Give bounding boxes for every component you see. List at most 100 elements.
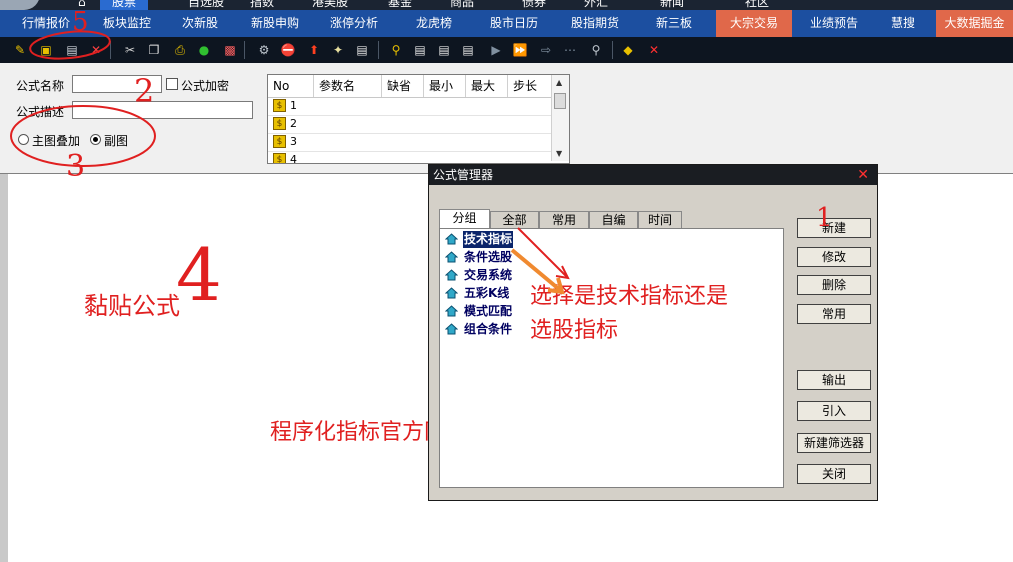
nav-item-sector-monitor[interactable]: 板块监控 [92, 10, 162, 37]
param-icon: $ [273, 117, 286, 130]
fast-forward-icon[interactable]: ⏩ [512, 42, 528, 58]
tab-time[interactable]: 时间 [638, 211, 682, 228]
top-nav-item-commodity[interactable]: 商品 [450, 0, 474, 10]
tab-custom[interactable]: 自编 [589, 211, 638, 228]
nav-item-ipo[interactable]: 新股申购 [238, 10, 312, 37]
top-nav-item-fund[interactable]: 基金 [388, 0, 412, 10]
top-nav-item-forex[interactable]: 外汇 [584, 0, 608, 10]
nav-item-new-third-board[interactable]: 新三板 [634, 10, 714, 37]
param-icon: $ [273, 99, 286, 112]
step-icon[interactable]: ⇨ [538, 42, 554, 58]
top-nav-item-bond[interactable]: 债券 [522, 0, 546, 10]
table-row[interactable]: $4 [268, 152, 551, 163]
common-button[interactable]: 常用 [797, 304, 871, 324]
formula-name-label: 公式名称 [16, 79, 65, 93]
table-row[interactable]: $3 [268, 134, 551, 152]
color-icon[interactable]: ● [196, 42, 212, 58]
nav-item-calendar[interactable]: 股市日历 [472, 10, 556, 37]
param-icon: $ [273, 135, 286, 148]
tab-all[interactable]: 全部 [490, 211, 539, 228]
nav-item-limit-up[interactable]: 涨停分析 [312, 10, 396, 37]
cut-icon[interactable]: ✂ [122, 42, 138, 58]
annotation-paste: 黏贴公式 [84, 292, 180, 320]
settings-icon[interactable]: ⚙ [256, 42, 272, 58]
param-table: No 参数名 缺省 最小 最大 步长 $1 $2 $3 $4 ▲ ▼ [267, 74, 570, 164]
export-icon[interactable]: ▩ [222, 42, 238, 58]
main-nav: 行情报价 板块监控 次新股 新股申购 涨停分析 龙虎榜 股市日历 股指期货 新三… [0, 10, 1013, 37]
page-icon[interactable]: ▤ [412, 42, 428, 58]
delete-icon[interactable]: ✕ [88, 42, 104, 58]
formula-toolbar: ✎ ▣ ▤ ✕ ✂ ❐ ⎙ ● ▩ ⚙ ⛔ ⬆ ✦ ▤ ⚲ ▤ ▤ ▤ ▶ ⏩ … [0, 37, 1013, 63]
nav-item-earnings-forecast[interactable]: 业绩预告 [796, 10, 872, 37]
house-icon [445, 269, 458, 281]
encrypt-label: 公式加密 [181, 79, 230, 93]
scroll-thumb[interactable] [554, 93, 566, 109]
nav-item-quotes[interactable]: 行情报价 [0, 10, 92, 37]
table-row[interactable]: $2 [268, 116, 551, 134]
import-button[interactable]: 引入 [797, 401, 871, 421]
help-icon[interactable]: ◆ [620, 42, 636, 58]
col-step: 步长 [513, 79, 538, 93]
modify-button[interactable]: 修改 [797, 247, 871, 267]
top-nav: ⌂ 股票 自选股 指数 港美股 基金 商品 债券 外汇 新闻 社区 [0, 0, 1013, 10]
main-chart-radio-label: 主图叠加 [32, 134, 81, 148]
stop-icon[interactable]: ⛔ [280, 42, 296, 58]
nav-item-big-data[interactable]: 大数据掘金 [936, 10, 1013, 37]
new-button[interactable]: 新建 [797, 218, 871, 238]
nav-item-index-futures[interactable]: 股指期货 [556, 10, 634, 37]
dialog-title: 公式管理器 [433, 168, 494, 182]
nav-item-block-trade[interactable]: 大宗交易 [716, 10, 792, 37]
param-table-scrollbar[interactable]: ▲ ▼ [551, 75, 569, 161]
top-nav-item-stocks[interactable]: 股票 [100, 0, 149, 10]
open-folder-icon[interactable]: ▣ [38, 42, 54, 58]
col-default: 缺省 [382, 75, 424, 97]
home-icon[interactable]: ⌂ [78, 0, 94, 10]
annotation-choose-2: 选股指标 [530, 318, 619, 343]
play-icon[interactable]: ▶ [488, 42, 504, 58]
close-button[interactable]: 关闭 [797, 464, 871, 484]
copy-icon[interactable]: ❐ [146, 42, 162, 58]
wand-icon[interactable]: ✦ [330, 42, 346, 58]
main-chart-radio[interactable] [18, 134, 29, 145]
output-button[interactable]: 输出 [797, 370, 871, 390]
dialog-titlebar: 公式管理器 ✕ [429, 165, 877, 185]
new-formula-icon[interactable]: ✎ [12, 42, 28, 58]
formula-name-input[interactable] [72, 75, 162, 93]
tab-group[interactable]: 分组 [439, 209, 490, 229]
top-nav-item-index[interactable]: 指数 [250, 0, 274, 10]
page-next-icon[interactable]: ▤ [460, 42, 476, 58]
page-alt-icon[interactable]: ▤ [436, 42, 452, 58]
table-row[interactable]: $1 [268, 98, 551, 116]
step-alt-icon[interactable]: ⋯ [562, 42, 578, 58]
nav-item-dragon-tiger[interactable]: 龙虎榜 [396, 10, 472, 37]
top-nav-item-community[interactable]: 社区 [745, 0, 769, 10]
save-icon[interactable]: ▤ [64, 42, 80, 58]
house-icon [445, 305, 458, 317]
nav-item-new-stocks[interactable]: 次新股 [162, 10, 238, 37]
formula-desc-label: 公式描述 [16, 105, 65, 119]
house-icon [445, 287, 458, 299]
find-icon[interactable]: ⚲ [388, 42, 404, 58]
sub-chart-radio[interactable] [90, 134, 101, 145]
dialog-close-icon[interactable]: ✕ [857, 165, 869, 185]
formula-manager-dialog: 公式管理器 ✕ 分组 全部 常用 自编 时间 技术指标 条件选股 交易系统 五彩… [428, 164, 878, 501]
formula-desc-input[interactable] [72, 101, 253, 119]
zoom-icon[interactable]: ⚲ [588, 42, 604, 58]
close-icon[interactable]: ✕ [646, 42, 662, 58]
top-nav-item-watchlist[interactable]: 自选股 [188, 0, 224, 10]
scroll-up-icon[interactable]: ▲ [556, 78, 562, 87]
tab-common[interactable]: 常用 [539, 211, 589, 228]
encrypt-checkbox[interactable] [166, 78, 178, 90]
delete-button[interactable]: 删除 [797, 275, 871, 295]
new-filter-button[interactable]: 新建筛选器 [797, 433, 871, 453]
param-table-header: No 参数名 缺省 最小 最大 步长 [268, 75, 551, 98]
top-nav-item-news[interactable]: 新闻 [660, 0, 684, 10]
param-icon: $ [273, 153, 286, 163]
paste-icon[interactable]: ⎙ [172, 42, 188, 58]
top-nav-item-hk-us[interactable]: 港美股 [312, 0, 348, 10]
col-no: No [268, 75, 314, 97]
upload-icon[interactable]: ⬆ [306, 42, 322, 58]
nav-item-smart-search[interactable]: 慧搜 [872, 10, 934, 37]
scroll-down-icon[interactable]: ▼ [556, 149, 562, 158]
view-icon[interactable]: ▤ [354, 42, 370, 58]
